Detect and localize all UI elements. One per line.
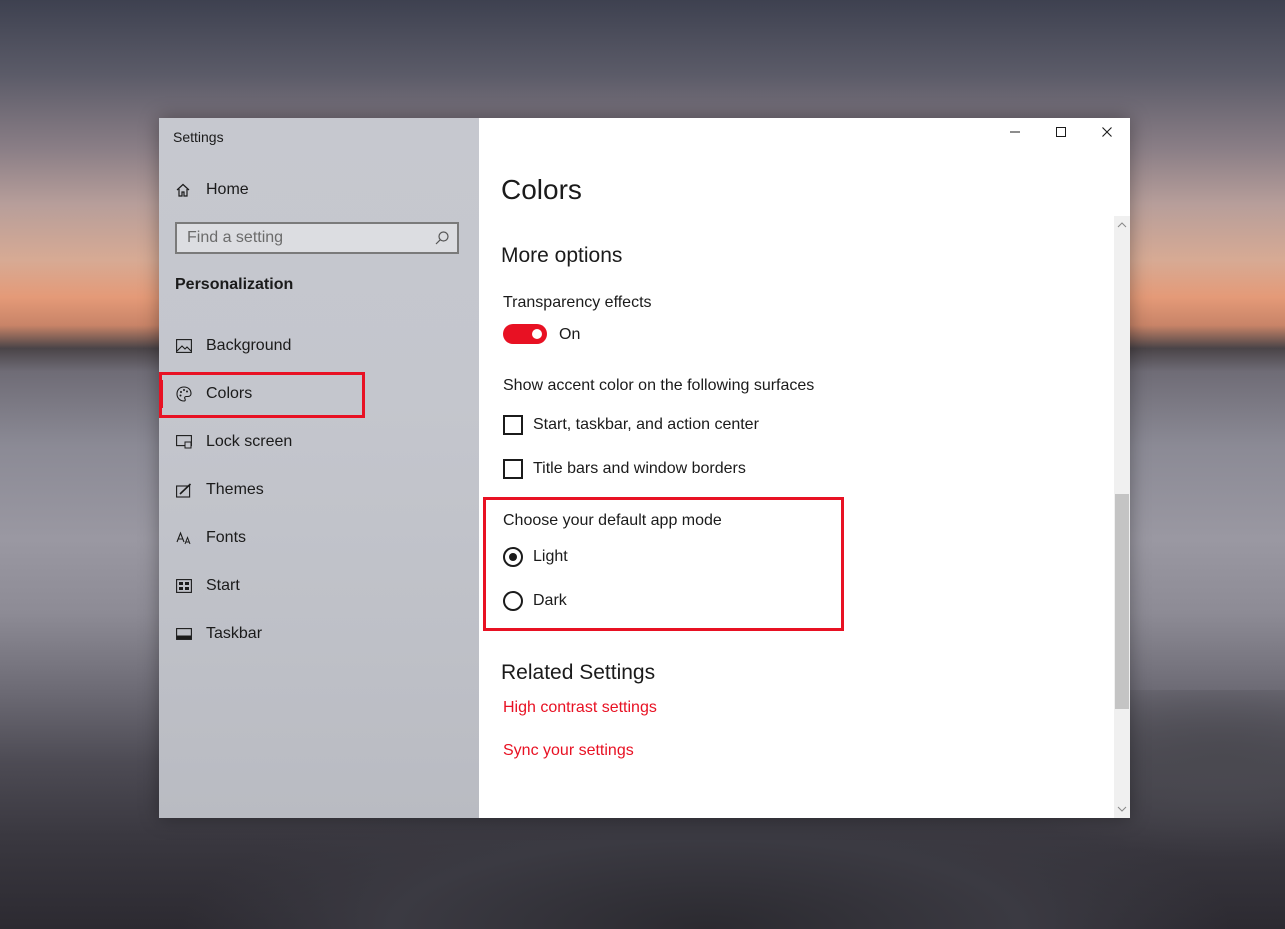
sidebar-nav: Background Colors Lock screen Themes Fon…	[159, 322, 479, 658]
more-options-heading: More options	[501, 244, 623, 267]
brush-icon	[175, 481, 193, 499]
checkbox-label: Title bars and window borders	[533, 460, 746, 477]
sidebar-item-background[interactable]: Background	[159, 322, 479, 370]
transparency-label: Transparency effects	[503, 294, 652, 311]
link-sync-settings[interactable]: Sync your settings	[503, 742, 634, 760]
checkbox-start-taskbar[interactable]: Start, taskbar, and action center	[503, 415, 759, 435]
content-pane: Colors More options Transparency effects…	[479, 118, 1130, 818]
sidebar-item-label: Start	[206, 577, 240, 594]
sidebar-item-taskbar[interactable]: Taskbar	[159, 610, 479, 658]
sidebar: Settings Home Personalization Background	[159, 118, 479, 818]
transparency-toggle[interactable]	[503, 324, 547, 344]
settings-window: Settings Home Personalization Background	[159, 118, 1130, 818]
scrollbar[interactable]	[1114, 216, 1130, 818]
checkbox-title-bars[interactable]: Title bars and window borders	[503, 459, 746, 479]
page-title: Colors	[501, 174, 582, 205]
accent-surfaces-label: Show accent color on the following surfa…	[503, 377, 815, 394]
radio-button[interactable]	[503, 591, 523, 611]
sidebar-item-lock-screen[interactable]: Lock screen	[159, 418, 479, 466]
close-button[interactable]	[1084, 118, 1130, 150]
related-settings-heading: Related Settings	[501, 661, 656, 684]
sidebar-item-fonts[interactable]: Fonts	[159, 514, 479, 562]
radio-label: Light	[533, 548, 568, 565]
sidebar-item-start[interactable]: Start	[159, 562, 479, 610]
sidebar-item-label: Themes	[206, 481, 264, 498]
sidebar-item-label: Taskbar	[206, 625, 263, 642]
app-mode-label: Choose your default app mode	[503, 512, 722, 529]
taskbar-icon	[175, 625, 193, 643]
maximize-button[interactable]	[1038, 118, 1084, 150]
picture-icon	[175, 337, 193, 355]
font-icon	[175, 529, 193, 547]
scrollbar-thumb[interactable]	[1115, 494, 1129, 709]
radio-label: Dark	[533, 592, 567, 609]
sidebar-item-label: Lock screen	[206, 433, 293, 450]
radio-button[interactable]	[503, 547, 523, 567]
start-icon	[175, 577, 193, 595]
home-icon	[175, 182, 191, 198]
palette-icon	[175, 385, 193, 403]
search-box[interactable]	[175, 222, 459, 254]
link-high-contrast[interactable]: High contrast settings	[503, 699, 657, 717]
maximize-icon	[1055, 125, 1067, 143]
sidebar-item-label: Fonts	[206, 529, 247, 546]
scroll-up-icon[interactable]	[1114, 218, 1130, 232]
search-icon[interactable]	[427, 224, 457, 252]
transparency-state: On	[559, 326, 581, 343]
home-link[interactable]: Home	[175, 178, 249, 202]
lock-screen-icon	[175, 433, 193, 451]
home-label: Home	[206, 181, 249, 198]
sidebar-item-themes[interactable]: Themes	[159, 466, 479, 514]
minimize-icon	[1009, 125, 1021, 143]
checkbox-label: Start, taskbar, and action center	[533, 416, 759, 433]
close-icon	[1101, 125, 1113, 143]
minimize-button[interactable]	[992, 118, 1038, 150]
toggle-knob	[532, 329, 542, 339]
radio-light[interactable]: Light	[503, 547, 568, 567]
app-title: Settings	[173, 129, 224, 145]
section-label: Personalization	[175, 276, 294, 293]
sidebar-item-colors[interactable]: Colors	[159, 370, 479, 418]
radio-dark[interactable]: Dark	[503, 591, 567, 611]
checkbox-box[interactable]	[503, 459, 523, 479]
search-input[interactable]	[177, 229, 427, 247]
sidebar-item-label: Background	[206, 337, 292, 354]
scroll-down-icon[interactable]	[1114, 802, 1130, 816]
checkbox-box[interactable]	[503, 415, 523, 435]
sidebar-item-label: Colors	[206, 385, 253, 402]
